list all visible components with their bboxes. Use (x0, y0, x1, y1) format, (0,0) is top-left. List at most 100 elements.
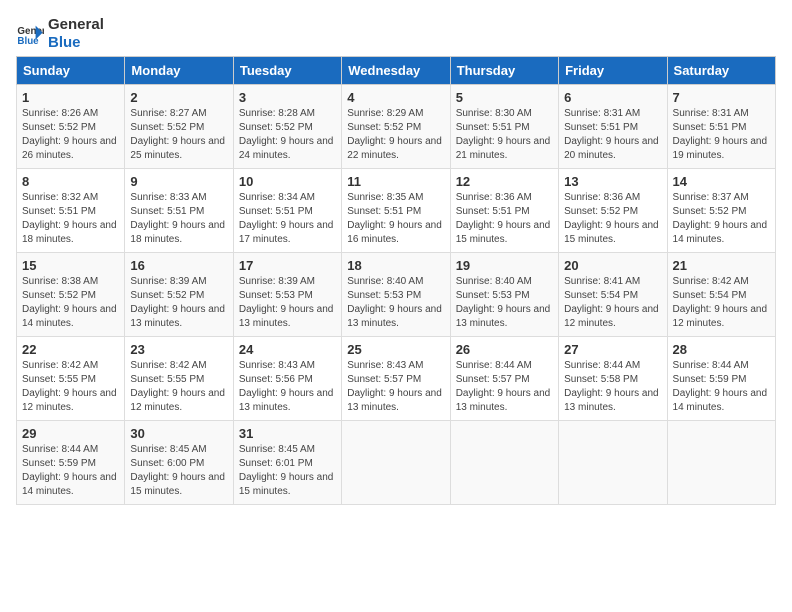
day-info: Sunrise: 8:43 AM Sunset: 5:57 PM Dayligh… (347, 359, 444, 415)
day-number: 9 (130, 174, 227, 189)
day-number: 15 (22, 258, 119, 273)
logo: General Blue GeneralBlue (16, 16, 104, 52)
day-number: 14 (673, 174, 770, 189)
day-info: Sunrise: 8:27 AM Sunset: 5:52 PM Dayligh… (130, 107, 227, 163)
day-number: 22 (22, 342, 119, 357)
calendar-cell (450, 421, 558, 505)
day-info: Sunrise: 8:30 AM Sunset: 5:51 PM Dayligh… (456, 107, 553, 163)
day-number: 26 (456, 342, 553, 357)
day-number: 23 (130, 342, 227, 357)
calendar-cell: 29 Sunrise: 8:44 AM Sunset: 5:59 PM Dayl… (17, 421, 125, 505)
calendar-cell: 26 Sunrise: 8:44 AM Sunset: 5:57 PM Dayl… (450, 337, 558, 421)
day-number: 8 (22, 174, 119, 189)
calendar-cell: 24 Sunrise: 8:43 AM Sunset: 5:56 PM Dayl… (233, 337, 341, 421)
day-number: 13 (564, 174, 661, 189)
day-number: 19 (456, 258, 553, 273)
calendar-cell: 10 Sunrise: 8:34 AM Sunset: 5:51 PM Dayl… (233, 169, 341, 253)
day-number: 6 (564, 90, 661, 105)
calendar-cell: 1 Sunrise: 8:26 AM Sunset: 5:52 PM Dayli… (17, 85, 125, 169)
day-info: Sunrise: 8:45 AM Sunset: 6:01 PM Dayligh… (239, 443, 336, 499)
calendar-cell: 7 Sunrise: 8:31 AM Sunset: 5:51 PM Dayli… (667, 85, 775, 169)
weekday-header-thursday: Thursday (450, 57, 558, 85)
calendar-cell: 13 Sunrise: 8:36 AM Sunset: 5:52 PM Dayl… (559, 169, 667, 253)
calendar-cell (667, 421, 775, 505)
day-info: Sunrise: 8:43 AM Sunset: 5:56 PM Dayligh… (239, 359, 336, 415)
day-info: Sunrise: 8:32 AM Sunset: 5:51 PM Dayligh… (22, 191, 119, 247)
day-info: Sunrise: 8:44 AM Sunset: 5:57 PM Dayligh… (456, 359, 553, 415)
day-info: Sunrise: 8:28 AM Sunset: 5:52 PM Dayligh… (239, 107, 336, 163)
day-number: 20 (564, 258, 661, 273)
day-info: Sunrise: 8:42 AM Sunset: 5:55 PM Dayligh… (130, 359, 227, 415)
day-number: 4 (347, 90, 444, 105)
calendar-cell: 20 Sunrise: 8:41 AM Sunset: 5:54 PM Dayl… (559, 253, 667, 337)
day-number: 31 (239, 426, 336, 441)
calendar-cell: 6 Sunrise: 8:31 AM Sunset: 5:51 PM Dayli… (559, 85, 667, 169)
calendar-cell: 19 Sunrise: 8:40 AM Sunset: 5:53 PM Dayl… (450, 253, 558, 337)
day-info: Sunrise: 8:40 AM Sunset: 5:53 PM Dayligh… (456, 275, 553, 331)
day-number: 28 (673, 342, 770, 357)
calendar-cell: 31 Sunrise: 8:45 AM Sunset: 6:01 PM Dayl… (233, 421, 341, 505)
day-info: Sunrise: 8:36 AM Sunset: 5:51 PM Dayligh… (456, 191, 553, 247)
day-number: 16 (130, 258, 227, 273)
calendar-cell: 16 Sunrise: 8:39 AM Sunset: 5:52 PM Dayl… (125, 253, 233, 337)
calendar-cell: 9 Sunrise: 8:33 AM Sunset: 5:51 PM Dayli… (125, 169, 233, 253)
day-info: Sunrise: 8:34 AM Sunset: 5:51 PM Dayligh… (239, 191, 336, 247)
calendar-cell: 25 Sunrise: 8:43 AM Sunset: 5:57 PM Dayl… (342, 337, 450, 421)
day-number: 3 (239, 90, 336, 105)
day-number: 27 (564, 342, 661, 357)
calendar-cell: 22 Sunrise: 8:42 AM Sunset: 5:55 PM Dayl… (17, 337, 125, 421)
day-number: 30 (130, 426, 227, 441)
calendar-cell: 2 Sunrise: 8:27 AM Sunset: 5:52 PM Dayli… (125, 85, 233, 169)
day-info: Sunrise: 8:41 AM Sunset: 5:54 PM Dayligh… (564, 275, 661, 331)
calendar-cell: 11 Sunrise: 8:35 AM Sunset: 5:51 PM Dayl… (342, 169, 450, 253)
day-number: 1 (22, 90, 119, 105)
day-info: Sunrise: 8:37 AM Sunset: 5:52 PM Dayligh… (673, 191, 770, 247)
weekday-header-tuesday: Tuesday (233, 57, 341, 85)
weekday-header-saturday: Saturday (667, 57, 775, 85)
calendar-cell: 15 Sunrise: 8:38 AM Sunset: 5:52 PM Dayl… (17, 253, 125, 337)
weekday-header-sunday: Sunday (17, 57, 125, 85)
weekday-header-monday: Monday (125, 57, 233, 85)
day-info: Sunrise: 8:26 AM Sunset: 5:52 PM Dayligh… (22, 107, 119, 163)
day-info: Sunrise: 8:44 AM Sunset: 5:59 PM Dayligh… (673, 359, 770, 415)
calendar-cell: 5 Sunrise: 8:30 AM Sunset: 5:51 PM Dayli… (450, 85, 558, 169)
calendar-cell: 8 Sunrise: 8:32 AM Sunset: 5:51 PM Dayli… (17, 169, 125, 253)
calendar-cell: 27 Sunrise: 8:44 AM Sunset: 5:58 PM Dayl… (559, 337, 667, 421)
calendar-cell: 3 Sunrise: 8:28 AM Sunset: 5:52 PM Dayli… (233, 85, 341, 169)
day-number: 29 (22, 426, 119, 441)
weekday-header-wednesday: Wednesday (342, 57, 450, 85)
day-info: Sunrise: 8:44 AM Sunset: 5:58 PM Dayligh… (564, 359, 661, 415)
logo-icon: General Blue (16, 20, 44, 48)
day-number: 18 (347, 258, 444, 273)
day-number: 12 (456, 174, 553, 189)
day-number: 17 (239, 258, 336, 273)
day-number: 21 (673, 258, 770, 273)
day-info: Sunrise: 8:40 AM Sunset: 5:53 PM Dayligh… (347, 275, 444, 331)
calendar-cell: 28 Sunrise: 8:44 AM Sunset: 5:59 PM Dayl… (667, 337, 775, 421)
day-info: Sunrise: 8:35 AM Sunset: 5:51 PM Dayligh… (347, 191, 444, 247)
day-info: Sunrise: 8:33 AM Sunset: 5:51 PM Dayligh… (130, 191, 227, 247)
calendar-cell: 18 Sunrise: 8:40 AM Sunset: 5:53 PM Dayl… (342, 253, 450, 337)
day-info: Sunrise: 8:31 AM Sunset: 5:51 PM Dayligh… (673, 107, 770, 163)
day-info: Sunrise: 8:38 AM Sunset: 5:52 PM Dayligh… (22, 275, 119, 331)
day-info: Sunrise: 8:45 AM Sunset: 6:00 PM Dayligh… (130, 443, 227, 499)
day-info: Sunrise: 8:31 AM Sunset: 5:51 PM Dayligh… (564, 107, 661, 163)
day-info: Sunrise: 8:39 AM Sunset: 5:52 PM Dayligh… (130, 275, 227, 331)
weekday-header-friday: Friday (559, 57, 667, 85)
calendar-cell: 30 Sunrise: 8:45 AM Sunset: 6:00 PM Dayl… (125, 421, 233, 505)
calendar-cell: 21 Sunrise: 8:42 AM Sunset: 5:54 PM Dayl… (667, 253, 775, 337)
day-number: 10 (239, 174, 336, 189)
day-number: 11 (347, 174, 444, 189)
logo-text: GeneralBlue (48, 16, 104, 52)
calendar-cell: 23 Sunrise: 8:42 AM Sunset: 5:55 PM Dayl… (125, 337, 233, 421)
day-number: 5 (456, 90, 553, 105)
calendar-cell: 12 Sunrise: 8:36 AM Sunset: 5:51 PM Dayl… (450, 169, 558, 253)
day-info: Sunrise: 8:42 AM Sunset: 5:55 PM Dayligh… (22, 359, 119, 415)
calendar-cell: 17 Sunrise: 8:39 AM Sunset: 5:53 PM Dayl… (233, 253, 341, 337)
day-info: Sunrise: 8:44 AM Sunset: 5:59 PM Dayligh… (22, 443, 119, 499)
day-number: 7 (673, 90, 770, 105)
calendar-cell: 4 Sunrise: 8:29 AM Sunset: 5:52 PM Dayli… (342, 85, 450, 169)
calendar: SundayMondayTuesdayWednesdayThursdayFrid… (16, 56, 776, 505)
day-number: 2 (130, 90, 227, 105)
calendar-cell (342, 421, 450, 505)
